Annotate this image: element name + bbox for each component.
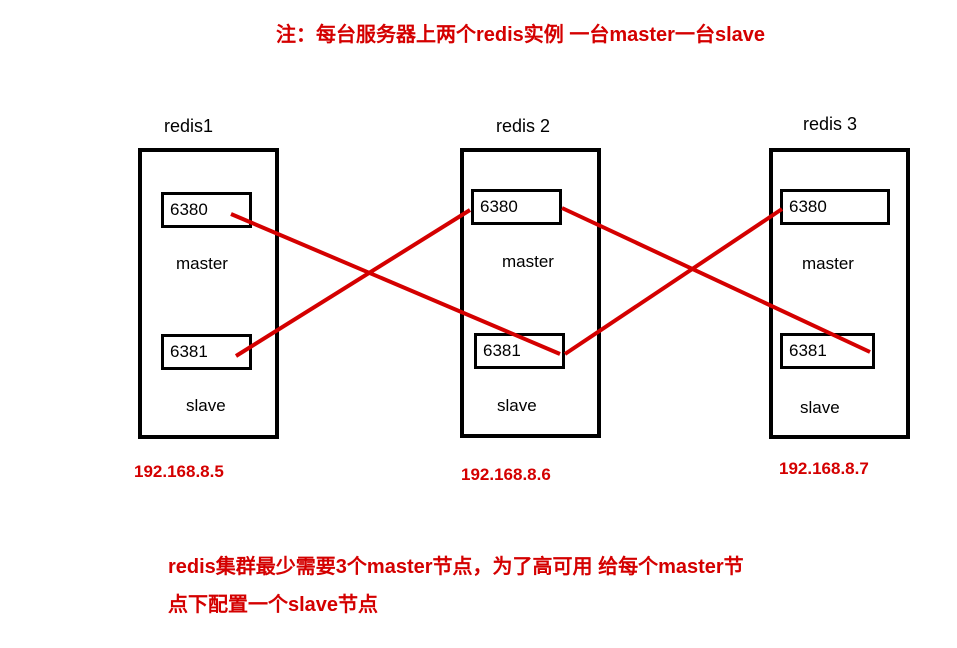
bottom-note-line2: 点下配置一个slave节点 [168,594,378,616]
server2-role-master: master [502,252,554,272]
server2-ip: 192.168.8.6 [461,465,551,485]
server1-ip: 192.168.8.5 [134,462,224,482]
server3-port-master: 6380 [780,189,890,225]
server3-port-slave: 6381 [780,333,875,369]
server3-role-slave: slave [800,398,840,418]
server2-label: redis 2 [496,116,550,137]
server2-port-master: 6380 [471,189,562,225]
server3-ip: 192.168.8.7 [779,459,869,479]
server1-port-slave: 6381 [161,334,252,370]
top-note: 注：每台服务器上两个redis实例 一台master一台slave [276,18,765,47]
server2-port-slave: 6381 [474,333,565,369]
server2-role-slave: slave [497,396,537,416]
bottom-note-line1: redis集群最少需要3个master节点，为了高可用 给每个master节 [168,556,744,578]
server1-label: redis1 [164,116,213,137]
bottom-note: redis集群最少需要3个master节点，为了高可用 给每个master节 点… [168,548,744,624]
server1-role-master: master [176,254,228,274]
server1-port-master: 6380 [161,192,252,228]
server3-role-master: master [802,254,854,274]
server1-role-slave: slave [186,396,226,416]
server3-label: redis 3 [803,114,857,135]
